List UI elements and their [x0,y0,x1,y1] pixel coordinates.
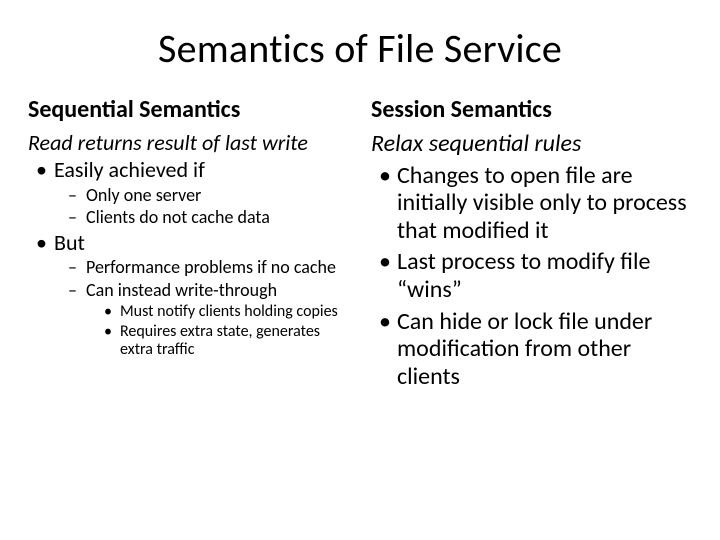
list-item: Can hide or lock file under modification… [371,308,692,391]
list-item: Last process to modify file “wins” [371,248,692,303]
list-item: Can instead write-through [28,280,349,301]
list-item: Requires extra state, generates extra tr… [28,323,349,360]
list-item: Clients do not cache data [28,207,349,228]
right-list: Changes to open file are initially visib… [371,162,692,391]
list-item: But [28,230,349,255]
left-intro: Read returns result of last write [28,130,349,155]
columns: Sequential Semantics Read returns result… [28,95,692,390]
left-heading: Sequential Semantics [28,95,349,124]
left-list: Easily achieved if Only one server Clien… [28,157,349,360]
list-item: Performance problems if no cache [28,257,349,278]
list-item: Must notify clients holding copies [28,303,349,321]
list-item: Only one server [28,185,349,206]
slide-title: Semantics of File Service [28,24,692,73]
list-item: Changes to open file are initially visib… [371,162,692,245]
list-item: Easily achieved if [28,157,349,182]
right-column: Session Semantics Relax sequential rules… [371,95,692,390]
right-intro: Relax sequential rules [371,130,692,158]
left-column: Sequential Semantics Read returns result… [28,95,349,390]
slide: Semantics of File Service Sequential Sem… [0,0,720,540]
right-heading: Session Semantics [371,95,692,124]
